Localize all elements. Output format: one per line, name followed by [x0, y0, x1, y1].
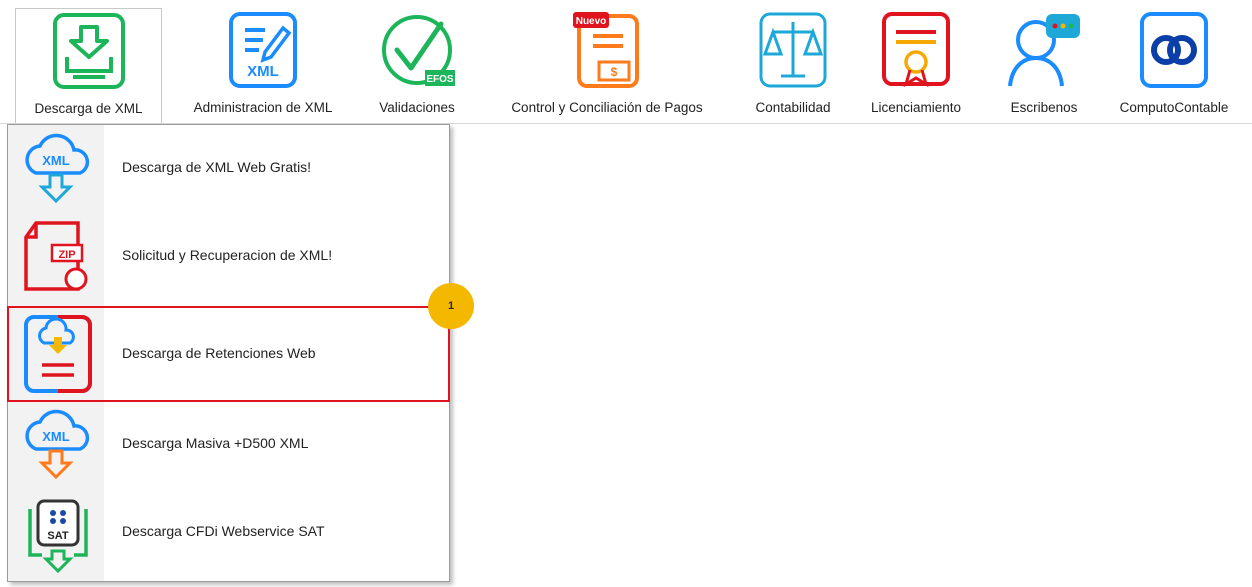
toolbar-escribenos[interactable]: Escribenos	[994, 0, 1094, 124]
certificate-icon	[882, 12, 950, 88]
toolbar-label: Licenciamiento	[870, 100, 962, 115]
menu-item-cfdi-webservice-sat[interactable]: SAT Descarga CFDi Webservice SAT	[8, 489, 449, 577]
nuevo-icon-text: Nuevo	[576, 16, 607, 27]
toolbar-descarga-xml[interactable]: Descarga de XML	[15, 8, 162, 124]
step-number-badge: 1	[428, 283, 474, 329]
toolbar-label: Escribenos	[1010, 100, 1078, 115]
menu-item-label: Solicitud y Recuperacion de XML!	[122, 247, 333, 263]
svg-text:ZIP: ZIP	[58, 249, 75, 261]
balance-scale-icon	[759, 12, 827, 88]
menu-item-descarga-web-gratis[interactable]: XML Descarga de XML Web Gratis!	[8, 125, 449, 213]
menu-item-descarga-retenciones[interactable]: Descarga de Retenciones Web	[7, 306, 450, 402]
xml-cloud-download-icon: XML	[25, 133, 90, 204]
toolbar-label: Contabilidad	[755, 100, 831, 115]
toolbar-label: Descarga de XML	[34, 101, 143, 116]
main-toolbar: Descarga de XML XML Administracion de XM…	[0, 0, 1252, 124]
chat-user-icon	[1008, 14, 1080, 87]
toolbar-validaciones[interactable]: EFOS Validaciones	[364, 0, 470, 124]
svg-text:XML: XML	[42, 153, 70, 168]
toolbar-label: Administracion de XML	[193, 100, 333, 115]
svg-text:XML: XML	[42, 429, 70, 444]
toolbar-computocontable[interactable]: ComputoContable	[1100, 0, 1248, 124]
xml-edit-icon: XML	[229, 12, 297, 88]
menu-item-label: Descarga de XML Web Gratis!	[122, 159, 312, 175]
payments-document-icon: $ Nuevo	[573, 12, 639, 88]
sat-webservice-icon: SAT	[28, 499, 88, 573]
toolbar-administracion-xml[interactable]: XML Administracion de XML	[168, 0, 358, 124]
svg-text:SAT: SAT	[47, 530, 68, 542]
xml-icon-text: XML	[247, 63, 279, 80]
descarga-dropdown-menu: XML Descarga de XML Web Gratis! ZIP Soli…	[7, 124, 450, 582]
toolbar-label: Control y Conciliación de Pagos	[511, 100, 703, 115]
toolbar-licenciamiento[interactable]: Licenciamiento	[852, 0, 980, 124]
check-circle-icon: EFOS	[382, 15, 455, 86]
download-tray-icon	[52, 13, 125, 89]
menu-item-label: Descarga de Retenciones Web	[122, 345, 316, 361]
menu-item-label: Descarga Masiva +D500 XML	[122, 435, 309, 451]
svg-text:$: $	[611, 65, 618, 79]
toolbar-contabilidad[interactable]: Contabilidad	[742, 0, 844, 124]
efos-icon-text: EFOS	[426, 74, 454, 85]
computocontable-logo-icon	[1140, 12, 1208, 88]
menu-item-label: Descarga CFDi Webservice SAT	[122, 523, 325, 539]
toolbar-label: Validaciones	[379, 100, 455, 115]
cloud-document-download-icon	[24, 315, 92, 393]
menu-item-descarga-masiva[interactable]: XML Descarga Masiva +D500 XML	[8, 401, 449, 489]
menu-item-solicitud-recuperacion[interactable]: ZIP Solicitud y Recuperacion de XML!	[8, 213, 449, 301]
toolbar-label: ComputoContable	[1119, 100, 1229, 115]
toolbar-control-pagos[interactable]: $ Nuevo Control y Conciliación de Pagos	[478, 0, 736, 124]
xml-cloud-bulk-download-icon: XML	[25, 409, 90, 480]
zip-file-refresh-icon: ZIP	[24, 221, 88, 291]
